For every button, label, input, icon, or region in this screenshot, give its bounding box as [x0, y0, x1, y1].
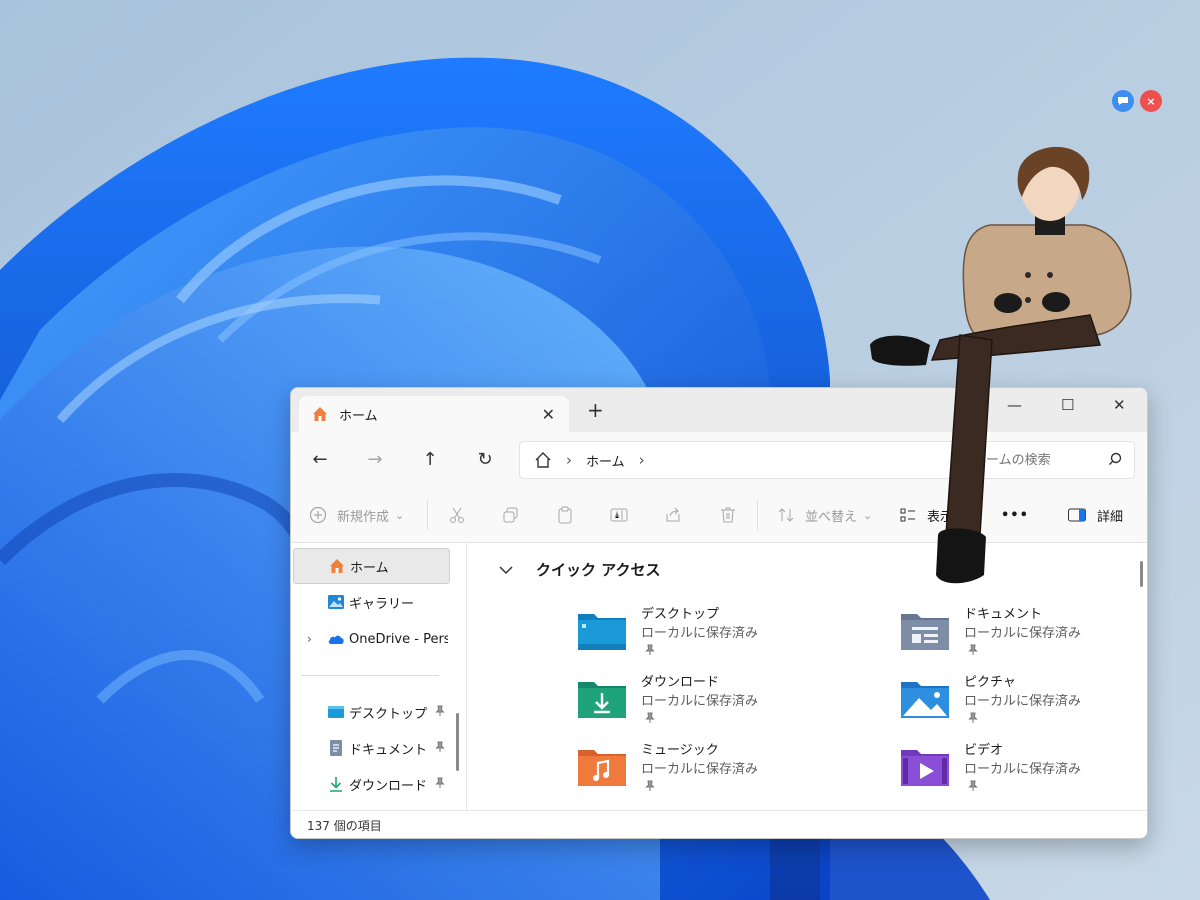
- download-icon: [330, 777, 342, 792]
- item-name: ダウンロード: [641, 675, 720, 690]
- pin-icon: [968, 644, 978, 655]
- forward-button[interactable]: →: [364, 449, 386, 471]
- desktop-folder-icon: [578, 614, 626, 650]
- item-status: ローカルに保存済み: [964, 626, 1082, 641]
- item-status: ローカルに保存済み: [964, 762, 1082, 777]
- quick-access-title: クイック アクセス: [536, 561, 661, 579]
- mascot-close-button[interactable]: ×: [1140, 90, 1162, 112]
- pin-icon: [645, 712, 655, 723]
- up-button[interactable]: ↑: [419, 449, 441, 471]
- home-outline-icon[interactable]: [534, 451, 552, 469]
- quick-access-item[interactable]: ピクチャ ローカルに保存済み: [899, 668, 1147, 732]
- pin-icon[interactable]: [434, 741, 446, 753]
- item-status: ローカルに保存済み: [964, 694, 1082, 709]
- sort-button[interactable]: 並べ替え ⌄: [777, 504, 872, 526]
- plus-circle-icon: [309, 506, 327, 524]
- rename-icon: [610, 508, 628, 522]
- trash-icon: [721, 507, 735, 523]
- chat-bubble-icon[interactable]: [1112, 90, 1134, 112]
- share-icon: [666, 507, 680, 522]
- new-button-label: 新規作成: [337, 509, 390, 525]
- sidebar-item-documents[interactable]: ドキュメント: [293, 731, 448, 765]
- navigation-pane: ホーム ギャラリー › OneDrive - Perso デスクトップ ドキュメ…: [291, 543, 467, 810]
- item-status: ローカルに保存済み: [641, 626, 759, 641]
- pin-icon[interactable]: [434, 777, 446, 789]
- pin-icon: [645, 780, 655, 791]
- item-status: ローカルに保存済み: [641, 762, 759, 777]
- pin-icon: [968, 780, 978, 791]
- clipboard-icon: [558, 506, 572, 524]
- quick-access-item[interactable]: ビデオ ローカルに保存済み: [899, 736, 1147, 800]
- sort-button-label: 並べ替え: [805, 509, 858, 525]
- toolbar-divider: [427, 500, 428, 530]
- home-icon: [313, 407, 327, 421]
- sidebar-scrollbar[interactable]: [456, 713, 459, 771]
- delete-button[interactable]: [718, 504, 738, 526]
- music-folder-icon: [578, 750, 626, 786]
- sidebar-item-gallery[interactable]: ギャラリー: [293, 585, 448, 619]
- pin-icon: [645, 644, 655, 655]
- item-status: ローカルに保存済み: [641, 694, 759, 709]
- back-button[interactable]: ←: [309, 449, 331, 471]
- toolbar-divider: [757, 500, 758, 530]
- quick-access-header[interactable]: クイック アクセス: [498, 559, 660, 580]
- tab-home[interactable]: ホーム ✕: [299, 396, 569, 432]
- sidebar-divider: [301, 675, 439, 676]
- scissors-icon: [450, 507, 464, 523]
- onedrive-icon: [328, 635, 344, 644]
- sidebar-item-label: ドキュメント: [349, 742, 428, 758]
- sidebar-item-onedrive[interactable]: › OneDrive - Perso: [293, 622, 448, 656]
- downloads-folder-icon: [578, 682, 626, 718]
- item-count: 137 個の項目: [307, 819, 382, 833]
- new-button[interactable]: 新規作成 ⌄: [309, 504, 404, 526]
- breadcrumb-home[interactable]: ホーム: [586, 451, 625, 470]
- cut-button[interactable]: [447, 504, 467, 526]
- sidebar-item-desktop[interactable]: デスクトップ: [293, 695, 448, 729]
- documents-folder-icon: [901, 614, 949, 650]
- quick-access-item[interactable]: デスクトップ ローカルに保存済み: [576, 600, 876, 664]
- copy-button[interactable]: [501, 504, 521, 526]
- status-bar: 137 個の項目: [291, 810, 1147, 838]
- item-name: ビデオ: [964, 743, 1004, 758]
- pin-icon[interactable]: [434, 705, 446, 717]
- sort-icon: [778, 508, 794, 522]
- tab-close-button[interactable]: ✕: [542, 405, 555, 424]
- breadcrumb-separator[interactable]: ›: [639, 451, 645, 469]
- documents-icon: [330, 740, 342, 756]
- paste-button[interactable]: [555, 504, 575, 526]
- item-name: ミュージック: [641, 743, 719, 758]
- sidebar-item-downloads[interactable]: ダウンロード: [293, 767, 448, 801]
- quick-access-item[interactable]: ミュージック ローカルに保存済み: [576, 736, 876, 800]
- desktop-icon: [328, 706, 344, 718]
- sidebar-item-label: ダウンロード: [349, 778, 428, 794]
- tab-title: ホーム: [339, 408, 378, 424]
- refresh-button[interactable]: ↻: [474, 449, 496, 471]
- sidebar-item-label: ギャラリー: [349, 596, 415, 612]
- sidebar-item-label: OneDrive - Perso: [349, 631, 448, 647]
- new-tab-button[interactable]: +: [587, 400, 604, 420]
- quick-access-item[interactable]: ダウンロード ローカルに保存済み: [576, 668, 876, 732]
- chevron-down-icon[interactable]: [498, 562, 514, 578]
- rename-button[interactable]: [609, 504, 629, 526]
- sidebar-item-label: ホーム: [350, 560, 389, 576]
- item-name: デスクトップ: [641, 607, 720, 622]
- chevron-right-icon[interactable]: ›: [307, 632, 312, 646]
- item-name: ピクチャ: [964, 675, 1016, 690]
- gallery-icon: [328, 595, 344, 609]
- home-icon: [330, 559, 344, 573]
- desktop-mascot-character[interactable]: [860, 135, 1150, 595]
- videos-folder-icon: [901, 750, 949, 786]
- quick-access-item[interactable]: ドキュメント ローカルに保存済み: [899, 600, 1147, 664]
- pictures-folder-icon: [901, 682, 949, 718]
- chevron-down-icon: ⌄: [395, 508, 405, 522]
- share-button[interactable]: [663, 504, 683, 526]
- sidebar-item-home[interactable]: ホーム: [293, 548, 450, 584]
- copy-icon: [503, 507, 518, 523]
- item-name: ドキュメント: [964, 607, 1043, 622]
- pin-icon: [968, 712, 978, 723]
- sidebar-item-label: デスクトップ: [349, 706, 428, 722]
- mascot-controls: ×: [1112, 90, 1162, 112]
- breadcrumb-separator[interactable]: ›: [566, 451, 572, 469]
